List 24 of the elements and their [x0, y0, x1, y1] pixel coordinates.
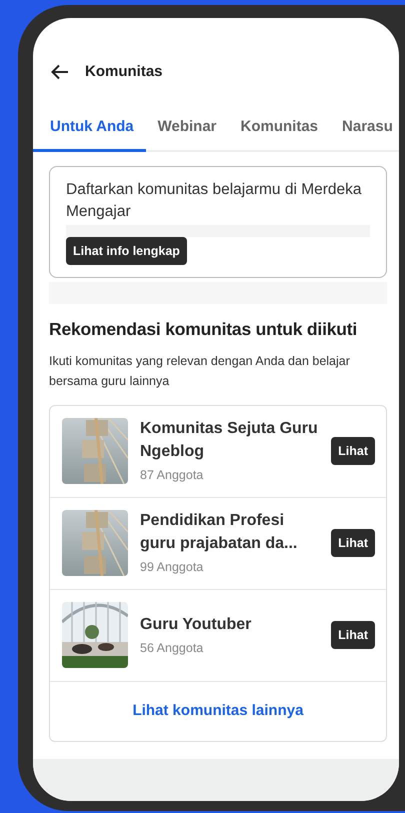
view-button[interactable]: Lihat	[331, 436, 375, 466]
section-title: Rekomendasi komunitas untuk diikuti	[49, 318, 358, 342]
page-title: Komunitas	[85, 62, 163, 82]
view-button[interactable]: Lihat	[331, 528, 375, 558]
community-name: Pendidikan Profesi guru prajabatan da...	[140, 511, 298, 554]
tab[interactable]: Narasu	[330, 116, 399, 152]
tab[interactable]: Webinar	[146, 116, 229, 152]
back-arrow-icon	[51, 64, 69, 80]
info-button[interactable]: Lihat info lengkap	[66, 236, 187, 266]
banner-text: Daftarkan komunitas belajarmu di Merdeka Mengajar	[66, 180, 362, 222]
member-count: 87 Anggota	[140, 467, 204, 484]
community-name: Guru Youtuber	[140, 614, 252, 635]
view-button[interactable]: Lihat	[331, 620, 375, 650]
section-subtitle: Ikuti komunitas yang relevan dengan Anda dan belajar bersama guru lainnya	[49, 352, 351, 390]
tab[interactable]: Komunitas	[228, 116, 330, 152]
tab[interactable]: Untuk Anda	[33, 116, 146, 152]
back-button[interactable]	[51, 64, 69, 80]
member-count: 99 Anggota	[140, 559, 204, 576]
community-name: Komunitas Sejuta Guru Ngeblog	[140, 419, 319, 462]
community-row[interactable]: Komunitas Sejuta Guru Ngeblog 87 Anggota Lihat	[50, 406, 386, 498]
member-count: 56 Anggota	[140, 640, 204, 657]
community-row[interactable]: Guru Youtuber 56 Anggota Lihat	[50, 590, 386, 682]
community-row[interactable]: Pendidikan Profesi guru prajabatan da... 99 Anggota Lihat	[50, 498, 386, 590]
more-link[interactable]: Lihat komunitas lainnya	[50, 682, 386, 741]
